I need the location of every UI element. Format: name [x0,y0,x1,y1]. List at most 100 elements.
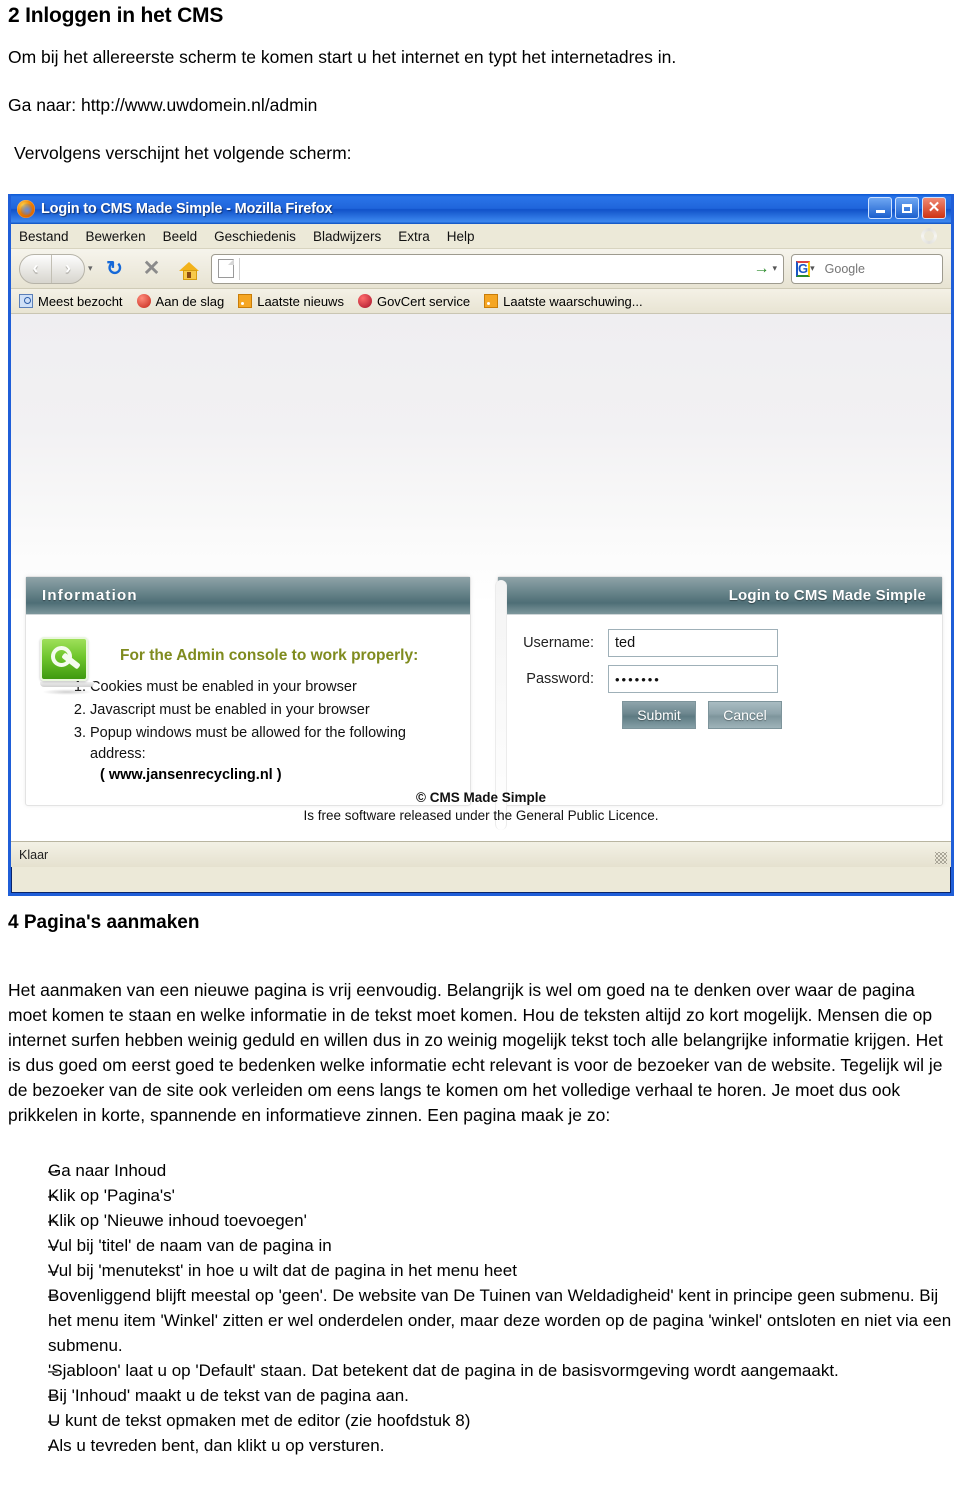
list-item-text: Als u tevreden bent, dan klikt u op vers… [48,1436,385,1455]
search-input[interactable] [822,260,960,277]
cms-footer: © CMS Made Simple Is free software relea… [11,789,951,825]
bullet-marker: – [48,1286,58,1305]
bullet-list: – Ga naar Inhoud – Klik op 'Pagina's' – Kli… [8,1158,952,1458]
menu-item-extra[interactable]: Extra [398,229,430,244]
list-item-text: Klik op 'Nieuwe inhoud toevoegen' [48,1211,307,1230]
page-title: 2 Inloggen in het CMS [8,4,224,27]
bookmark-label: Laatste nieuws [257,293,344,309]
list-item: – Klik op 'Nieuwe inhoud toevoegen' [8,1208,952,1233]
back-forward-group: ‹ › ▾ [19,253,93,284]
list-item-text: 'Sjabloon' laat u op 'Default' staan. Da… [48,1361,839,1380]
list-item-text: Vul bij 'menutekst' in hoe u wilt dat de… [48,1261,517,1280]
list-item-text: Vul bij 'titel' de naam van de pagina in [48,1236,332,1255]
browser-statusbar: Klaar [11,841,951,867]
go-dropdown-icon[interactable]: ▾ [772,263,777,274]
wrench-screen-icon [40,637,94,695]
username-label: Username: [523,635,594,651]
most-visited-icon [19,294,33,308]
maximize-button[interactable] [895,197,919,219]
minimize-button[interactable] [868,197,892,219]
requirement-item: Javascript must be enabled in your brows… [90,700,460,721]
requirement-item: Cookies must be enabled in your browser [90,677,460,698]
browser-navigation-toolbar: ‹ › ▾ ↻ ✕ → ▾ G ▾ [11,249,960,289]
stop-button[interactable]: ✕ [137,254,167,284]
list-item-text: Klik op 'Pagina's' [48,1186,175,1205]
password-row: Password: [498,665,942,693]
bookmark-govcert-service[interactable]: GovCert service [357,293,471,309]
cms-licence-note: Is free software released under the Gene… [303,808,659,823]
section-heading-pagina-aanmaken: 4 Pagina's aanmaken [8,912,200,933]
bookmark-label: GovCert service [376,293,471,309]
reload-button[interactable]: ↻ [100,254,130,284]
status-text: Klaar [19,847,49,862]
password-input[interactable] [608,665,778,693]
menu-item-bestand[interactable]: Bestand [19,229,69,244]
intro-paragraph-1: Om bij het allereerste scherm te komen s… [8,47,677,67]
bookmark-label: Laatste waarschuwing... [503,293,643,309]
bullet-marker: – [48,1236,58,1255]
url-input[interactable] [245,260,754,277]
bullet-marker: – [48,1411,58,1430]
bookmark-meest-bezocht[interactable]: Meest bezocht [19,294,123,309]
bookmark-aan-de-slag[interactable]: Aan de slag [136,293,225,309]
list-item: – Bovenliggend blijft meestal op 'geen'. … [8,1283,952,1358]
bookmark-label: Aan de slag [155,293,225,309]
resize-grip[interactable] [935,852,947,864]
forward-button[interactable]: › [52,255,84,283]
allowed-popup-address: ( www.jansenrecycling.nl ) [100,767,282,783]
back-button[interactable]: ‹ [20,254,52,283]
menu-item-geschiedenis[interactable]: Geschiedenis [214,229,296,244]
window-title: Login to CMS Made Simple - Mozilla Firef… [41,201,333,217]
document-page: 2 Inloggen in het CMS Om bij het alleree… [0,0,960,1487]
close-button[interactable]: ✕ [922,197,946,219]
throbber-icon [921,228,937,244]
list-item: – Klik op 'Pagina's' [8,1183,952,1208]
requirement-item: Popup windows must be allowed for the fo… [90,723,460,765]
history-dropdown-icon[interactable]: ▾ [88,263,93,274]
minimize-icon [875,209,885,213]
govcert-icon [357,294,372,308]
window-controls: ✕ [868,197,946,219]
intro-paragraph-3: Vervolgens verschijnt het volgende scher… [14,143,352,163]
menu-item-bladwijzers[interactable]: Bladwijzers [313,229,381,244]
cancel-button[interactable]: Cancel [708,701,782,729]
bullet-marker: – [48,1386,58,1405]
bullet-marker: – [48,1186,58,1205]
rss-icon [484,294,499,308]
list-item-text: Bovenliggend blijft meestal op 'geen'. D… [48,1286,952,1355]
bookmark-laatste-nieuws[interactable]: Laatste nieuws [238,294,344,309]
address-bar[interactable]: → ▾ [210,253,784,284]
menu-item-beeld[interactable]: Beeld [163,229,198,244]
page-icon [217,259,234,278]
body-paragraph: Het aanmaken van een nieuwe pagina is vr… [8,979,943,1125]
search-bar[interactable]: G ▾ [791,253,960,284]
list-item-text: Ga naar Inhoud [48,1161,167,1180]
browser-window: Login to CMS Made Simple - Mozilla Firef… [8,194,960,896]
firefox-icon [17,200,35,218]
cms-login-page: Information For the Admin console to wor… [25,576,943,830]
login-actions: Submit Cancel [622,701,942,729]
username-input[interactable] [608,629,778,657]
bullet-marker: – [48,1436,58,1455]
close-icon: ✕ [927,199,941,216]
list-item-text: U kunt de tekst opmaken met de editor (z… [48,1411,471,1430]
bookmark-laatste-waarschuwing[interactable]: Laatste waarschuwing... [484,293,643,309]
maximize-icon [902,203,912,213]
google-icon[interactable]: G [796,260,811,277]
back-forward-buttons: ‹ › [19,253,85,284]
intro-paragraph-2: Ga naar: http://www.uwdomein.nl/admin [8,95,318,115]
information-panel-body: For the Admin console to work properly: … [26,615,470,805]
list-item: – Vul bij 'menutekst' in hoe u wilt dat d… [8,1258,952,1283]
bullet-marker: – [48,1211,58,1230]
bookmarks-toolbar: Meest bezocht Aan de slag Laatste nieuws… [11,289,951,314]
browser-viewport: Information For the Admin console to wor… [11,314,951,841]
go-icon[interactable]: → [753,260,769,278]
submit-button[interactable]: Submit [622,701,696,729]
list-item: – Als u tevreden bent, dan klikt u op ver… [8,1433,952,1458]
search-engine-dropdown-icon[interactable]: ▾ [810,263,815,274]
username-row: Username: [498,629,942,657]
menu-item-bewerken[interactable]: Bewerken [86,229,146,244]
home-button[interactable] [174,254,204,284]
menu-item-help[interactable]: Help [447,229,475,244]
bullet-marker: – [48,1161,58,1180]
